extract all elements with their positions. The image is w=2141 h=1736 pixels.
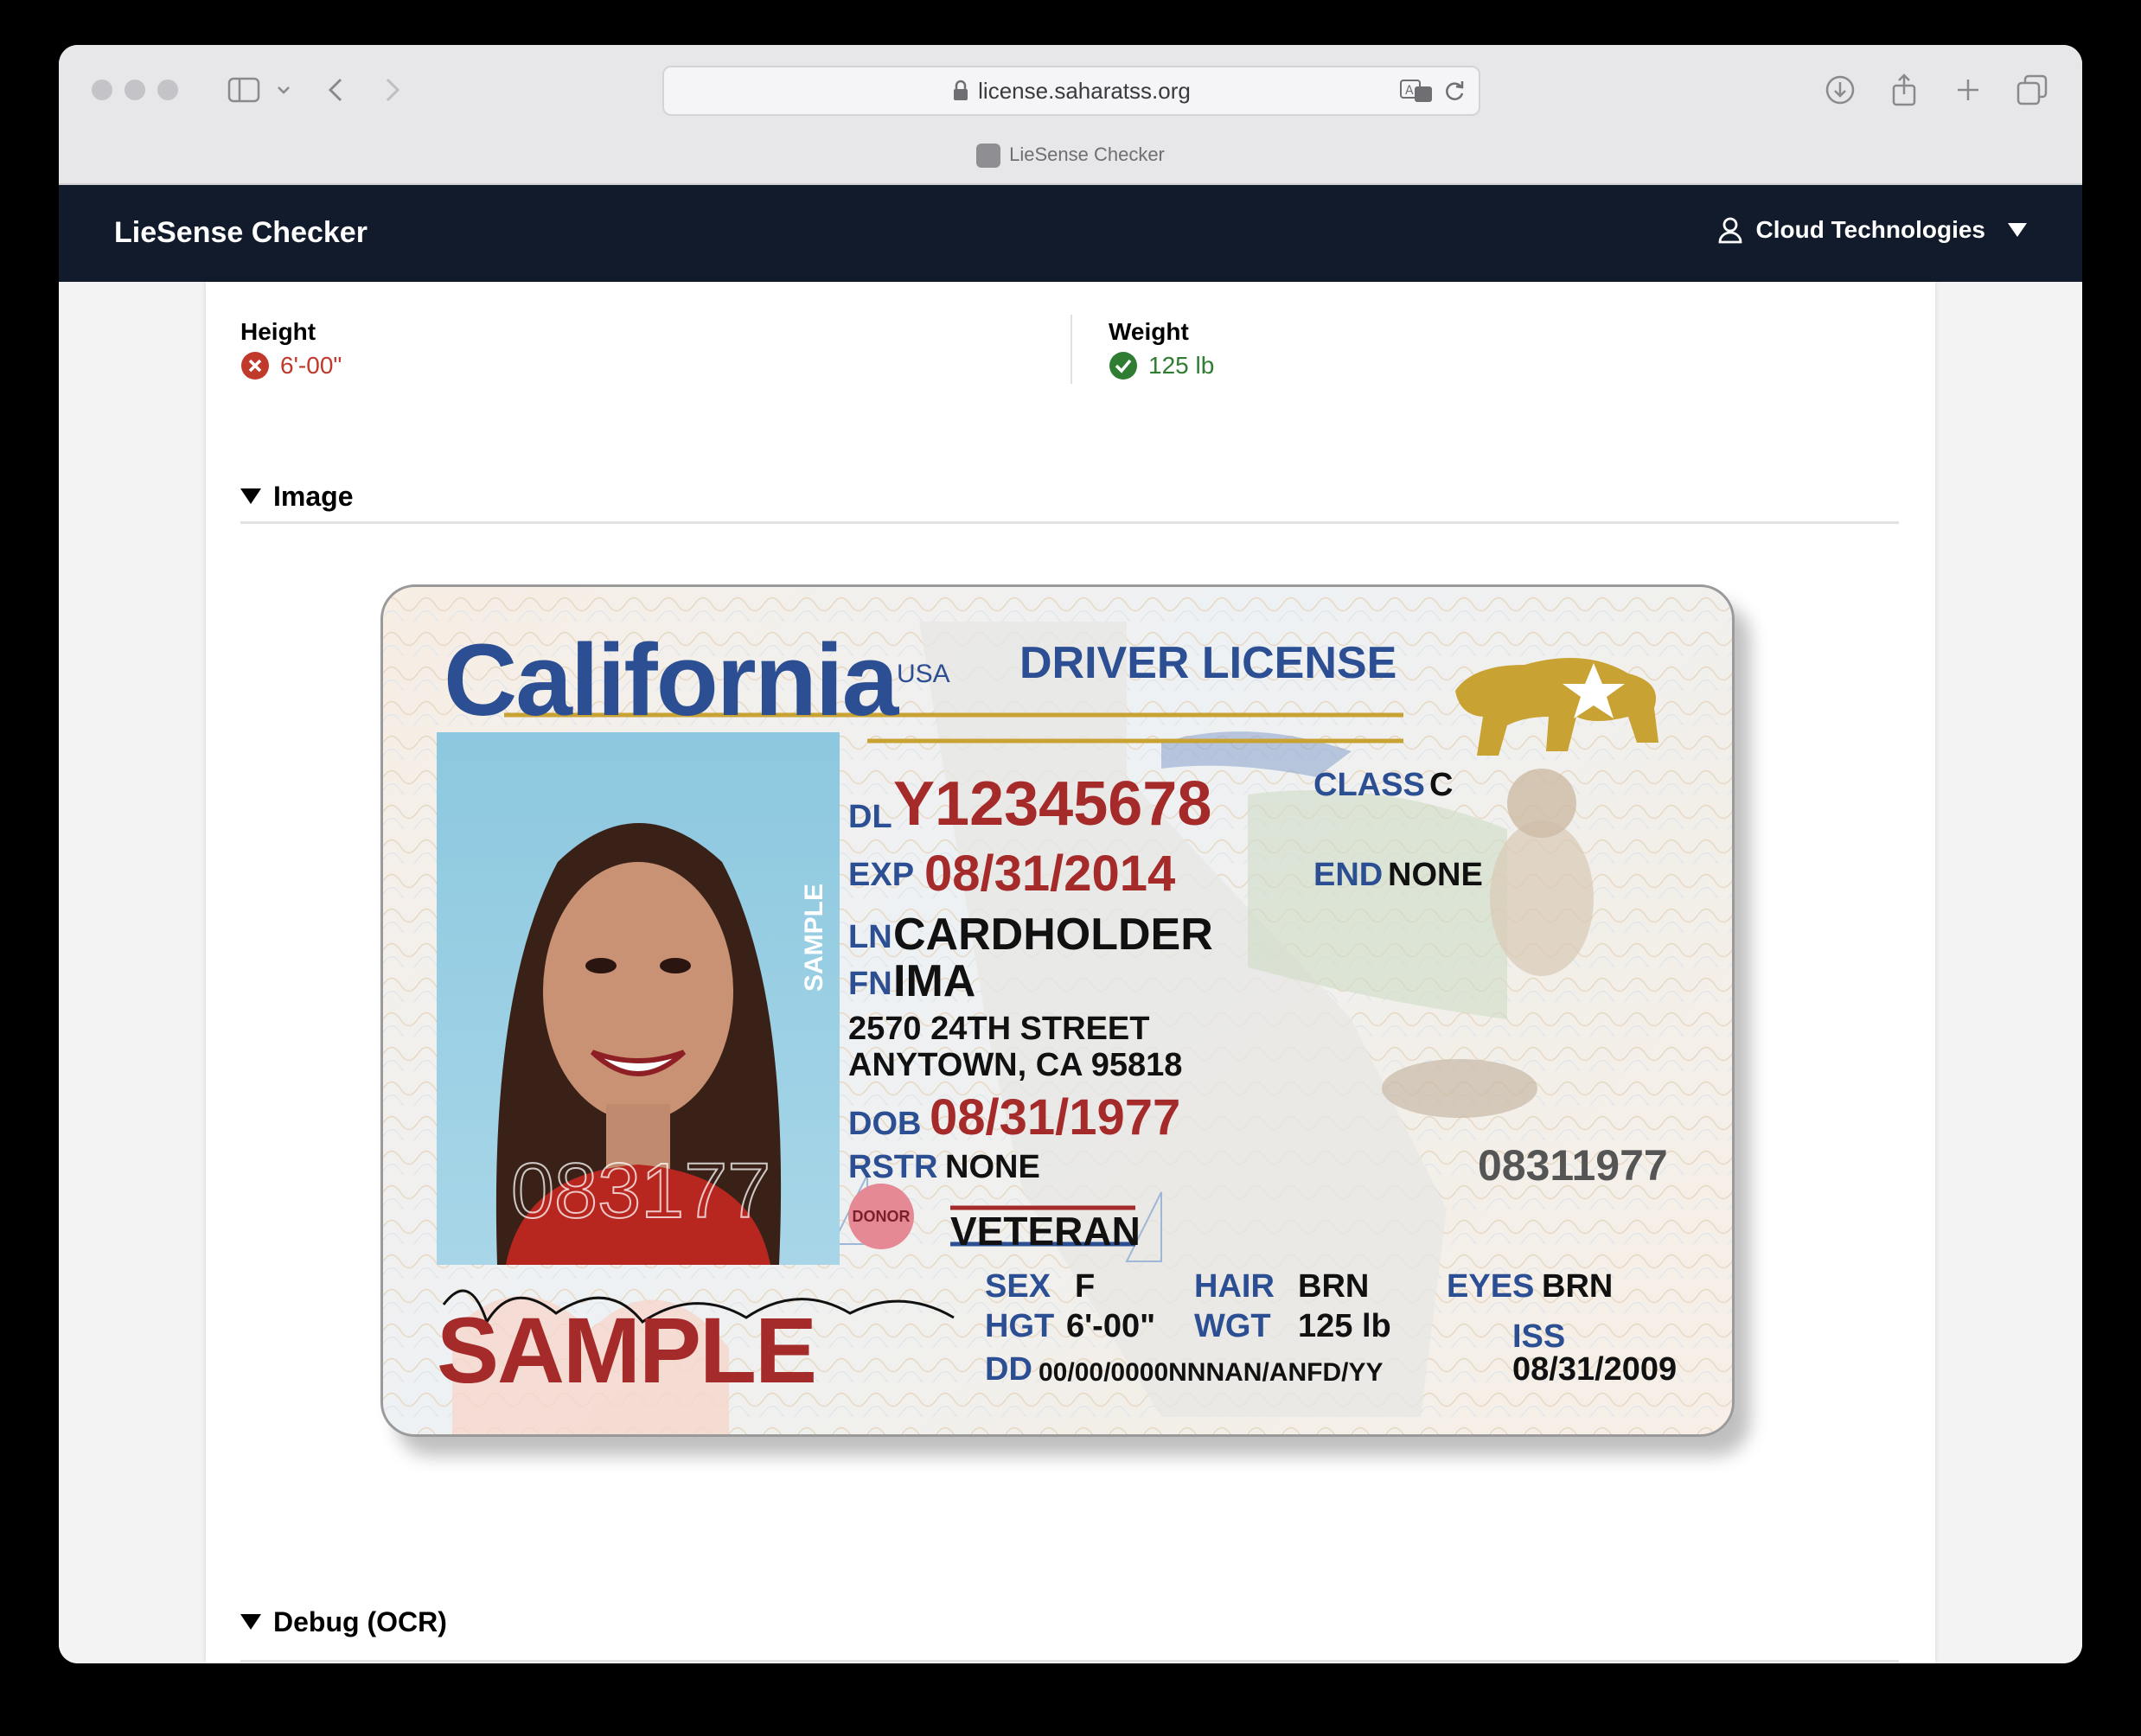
hgt-label: HGT bbox=[985, 1308, 1055, 1344]
card-state: California bbox=[444, 623, 898, 737]
license-image: California USA DRIVER LICENSE 083177 SAM… bbox=[380, 584, 1735, 1437]
rstr-value: NONE bbox=[945, 1149, 1040, 1185]
veteran-text: VETERAN bbox=[950, 1209, 1141, 1254]
wgt-value: 125 lb bbox=[1298, 1308, 1391, 1344]
last-name: CARDHOLDER bbox=[893, 909, 1213, 960]
user-name: Cloud Technologies bbox=[1755, 216, 1985, 243]
address-line-1: 2570 24TH STREET bbox=[848, 1011, 1150, 1047]
eyes-value: BRN bbox=[1542, 1268, 1614, 1305]
rstr-label: RSTR bbox=[848, 1149, 938, 1185]
card-country: USA bbox=[897, 660, 950, 688]
class-label: CLASS bbox=[1313, 767, 1425, 803]
photo-ghost-number: 083177 bbox=[510, 1147, 771, 1235]
browser-toolbar: license.saharatss.org A LieSense Checker bbox=[59, 45, 2082, 185]
image-section-toggle[interactable]: Image bbox=[240, 481, 353, 513]
image-section-title: Image bbox=[273, 481, 354, 512]
tab-title: LieSense Checker bbox=[1009, 144, 1165, 165]
dob-label: DOB bbox=[848, 1106, 922, 1142]
height-value-text: 6'-00" bbox=[280, 352, 342, 379]
end-value: NONE bbox=[1388, 857, 1483, 893]
address-bar[interactable]: license.saharatss.org A bbox=[662, 66, 1480, 116]
react-favicon-icon bbox=[976, 144, 1001, 169]
hair-value: BRN bbox=[1298, 1268, 1370, 1305]
dl-label: DL bbox=[848, 799, 892, 835]
donor-text: DONOR bbox=[852, 1207, 911, 1225]
triangle-down-icon bbox=[240, 1613, 261, 1630]
debug-section-title: Debug (OCR) bbox=[273, 1606, 447, 1637]
browser-window: license.saharatss.org A LieSense Checker… bbox=[59, 45, 2082, 1663]
iss-label: ISS bbox=[1512, 1318, 1566, 1355]
zoom-window-button[interactable] bbox=[157, 80, 178, 100]
app-navbar: LieSense Checker Cloud Technologies bbox=[59, 185, 2082, 282]
caret-down-icon bbox=[2008, 223, 2027, 237]
class-value: C bbox=[1429, 767, 1454, 803]
lock-icon bbox=[954, 80, 968, 100]
active-tab[interactable]: LieSense Checker bbox=[59, 144, 2082, 169]
user-menu[interactable]: Cloud Technologies bbox=[1718, 216, 2027, 244]
dob-date: 08/31/1977 bbox=[930, 1089, 1181, 1146]
svg-text:A: A bbox=[1405, 84, 1414, 98]
download-icon[interactable] bbox=[1823, 73, 1857, 107]
sex-label: SEX bbox=[985, 1268, 1051, 1305]
dl-number: Y12345678 bbox=[893, 769, 1212, 839]
eyes-label: EYES bbox=[1447, 1268, 1535, 1305]
forward-icon[interactable] bbox=[375, 73, 410, 107]
height-value: 6'-00" bbox=[240, 351, 342, 380]
fn-label: FN bbox=[848, 966, 892, 1002]
weight-label: Weight bbox=[1109, 318, 1189, 345]
donor-badge: DONOR bbox=[848, 1184, 914, 1249]
minimize-window-button[interactable] bbox=[125, 80, 145, 100]
url-text: license.saharatss.org bbox=[978, 77, 1191, 104]
first-name: IMA bbox=[893, 956, 976, 1006]
section-divider bbox=[240, 1660, 1899, 1663]
hgt-value: 6'-00" bbox=[1066, 1308, 1156, 1344]
translate-icon[interactable]: A bbox=[1399, 78, 1434, 104]
chevron-down-icon[interactable] bbox=[266, 73, 301, 107]
app-brand[interactable]: LieSense Checker bbox=[114, 216, 367, 250]
x-circle-icon bbox=[241, 352, 269, 380]
ln-label: LN bbox=[848, 919, 892, 955]
close-window-button[interactable] bbox=[92, 80, 112, 100]
exp-label: EXP bbox=[848, 857, 915, 893]
weight-value-text: 125 lb bbox=[1148, 352, 1215, 379]
height-label: Height bbox=[240, 318, 316, 345]
section-divider bbox=[240, 521, 1899, 524]
wgt-label: WGT bbox=[1194, 1308, 1271, 1344]
ghost-number: 08311977 bbox=[1478, 1141, 1668, 1190]
new-tab-icon[interactable] bbox=[1951, 73, 1985, 107]
iss-value: 08/31/2009 bbox=[1512, 1351, 1678, 1388]
field-divider bbox=[1070, 315, 1072, 384]
result-card: Height 6'-00" Weight 125 lb Image Califo… bbox=[206, 282, 1935, 1663]
sex-value: F bbox=[1075, 1268, 1096, 1305]
check-circle-icon bbox=[1109, 352, 1137, 380]
triangle-down-icon bbox=[240, 488, 261, 504]
user-icon bbox=[1718, 217, 1742, 244]
share-icon[interactable] bbox=[1887, 73, 1921, 107]
hair-label: HAIR bbox=[1194, 1268, 1275, 1305]
sample-stamp: SAMPLE bbox=[437, 1298, 817, 1402]
weight-value: 125 lb bbox=[1109, 351, 1214, 380]
page-content: Height 6'-00" Weight 125 lb Image Califo… bbox=[59, 282, 2082, 1663]
photo-sample-text: SAMPLE bbox=[800, 883, 828, 992]
reload-icon[interactable] bbox=[1442, 79, 1467, 103]
sidebar-toggle-icon[interactable] bbox=[227, 73, 261, 107]
dd-value: 00/00/0000NNNAN/ANFD/YY bbox=[1039, 1358, 1384, 1387]
card-doc-type: DRIVER LICENSE bbox=[1019, 638, 1397, 688]
debug-section-toggle[interactable]: Debug (OCR) bbox=[240, 1606, 447, 1638]
end-label: END bbox=[1313, 857, 1384, 893]
tab-overview-icon[interactable] bbox=[2015, 73, 2049, 107]
card-photo: 083177 SAMPLE bbox=[437, 732, 840, 1265]
exp-date: 08/31/2014 bbox=[924, 846, 1176, 902]
dd-label: DD bbox=[985, 1351, 1032, 1388]
address-line-2: ANYTOWN, CA 95818 bbox=[848, 1047, 1183, 1083]
back-icon[interactable] bbox=[318, 73, 353, 107]
